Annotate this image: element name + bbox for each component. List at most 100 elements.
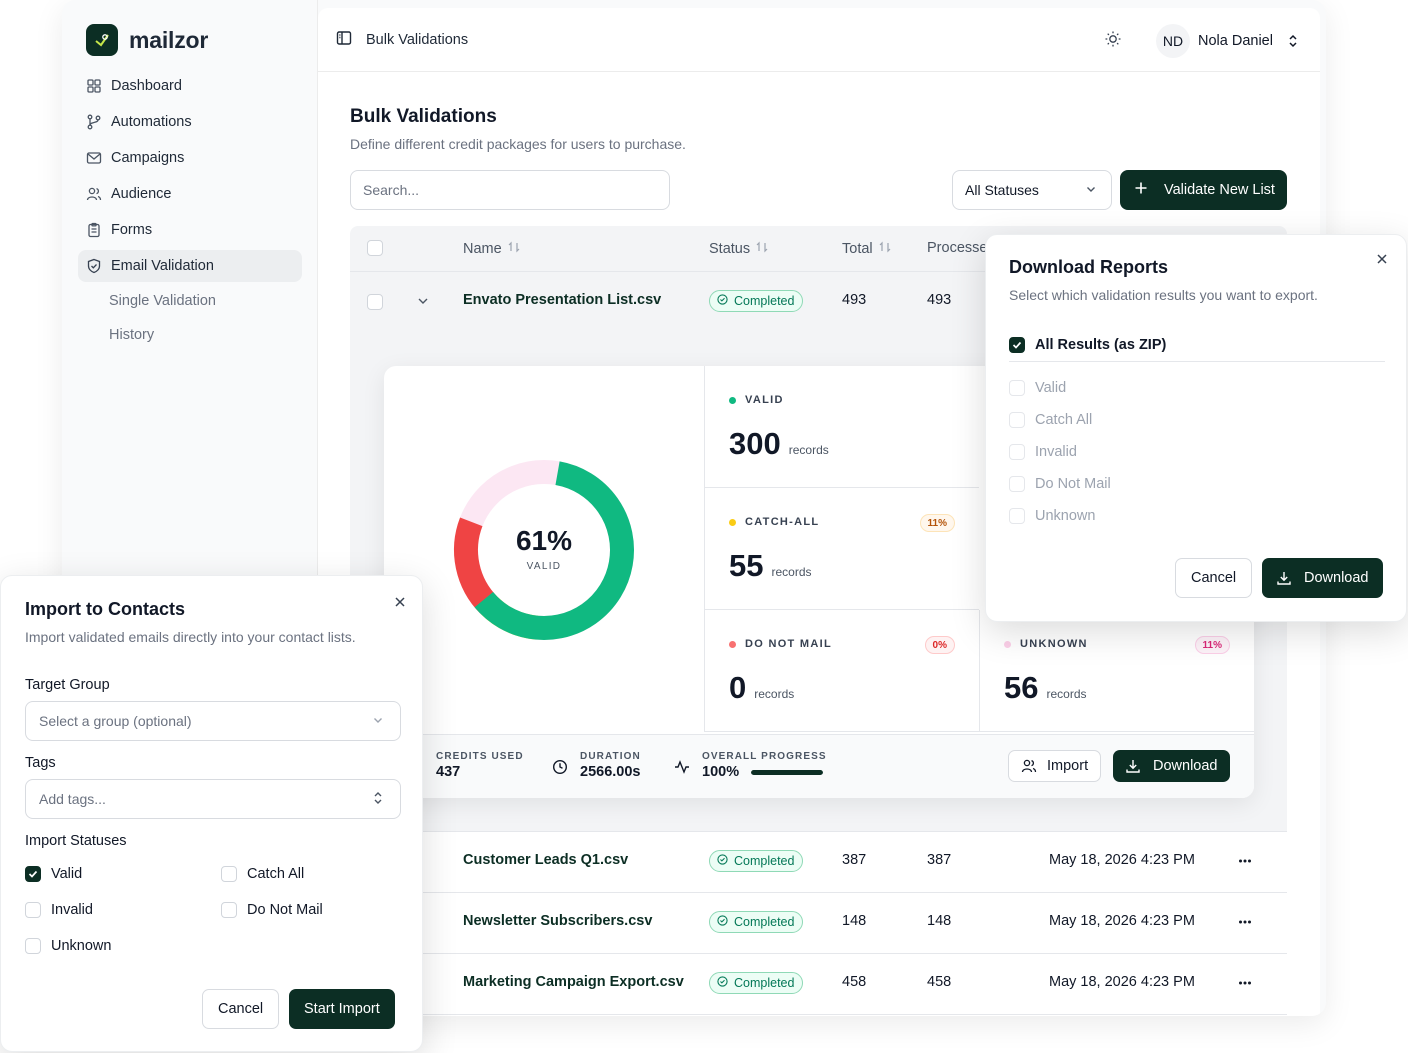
row-name[interactable]: Newsletter Subscribers.csv	[463, 913, 652, 929]
status-unknown-checkbox[interactable]: Unknown	[25, 938, 111, 954]
sidebar-item-automations[interactable]: Automations	[78, 106, 302, 138]
checkbox-label: Do Not Mail	[1035, 476, 1111, 492]
status-dot	[1004, 640, 1011, 648]
sidebar-item-forms[interactable]: Forms	[78, 214, 302, 246]
row-checkbox[interactable]	[367, 294, 383, 310]
all-results-checkbox[interactable]: All Results (as ZIP)	[1009, 337, 1166, 353]
status-badge: Completed	[709, 290, 804, 312]
sun-icon[interactable]	[1104, 30, 1122, 53]
status-valid-checkbox[interactable]: Valid	[25, 866, 82, 882]
credits-used: CREDITS USED 437	[436, 751, 524, 780]
sidebar-item-email-validation[interactable]: Email Validation	[78, 250, 302, 282]
breadcrumb-current: Bulk Validations	[366, 32, 469, 48]
tags-label: Tags	[25, 755, 56, 771]
validate-new-list-button[interactable]: Validate New List	[1120, 170, 1287, 210]
user-menu[interactable]: ND Nola Daniel	[1156, 24, 1299, 58]
more-icon[interactable]	[1238, 976, 1252, 995]
sidebar-item-label: Audience	[111, 186, 172, 202]
option-do-not-mail-checkbox[interactable]: Do Not Mail	[1009, 476, 1111, 492]
more-icon[interactable]	[1238, 915, 1252, 934]
option-unknown-checkbox[interactable]: Unknown	[1009, 508, 1095, 524]
sidebar-subitem-history[interactable]: History	[78, 320, 302, 350]
row-name[interactable]: Marketing Campaign Export.csv	[463, 974, 684, 990]
validate-new-list-label: Validate New List	[1164, 182, 1275, 198]
row-total: 493	[842, 292, 867, 308]
check-circle-icon	[717, 915, 728, 929]
checkbox-label: Do Not Mail	[247, 902, 323, 918]
table-row[interactable]: Marketing Campaign Export.csv Completed …	[350, 954, 1287, 1015]
sidebar-item-campaigns[interactable]: Campaigns	[78, 142, 302, 174]
download-button[interactable]: Download	[1262, 558, 1383, 598]
stat-value: 0	[729, 670, 747, 705]
stat-label: VALID	[745, 394, 784, 406]
download-icon	[1276, 570, 1292, 586]
grid-icon	[86, 78, 102, 94]
close-icon[interactable]	[1376, 249, 1388, 270]
status-badge: Completed	[709, 911, 804, 933]
column-total[interactable]: Total	[842, 240, 892, 258]
row-processed: 148	[927, 913, 952, 929]
column-name-label: Name	[463, 241, 502, 257]
table-row[interactable]: Customer Leads Q1.csv Completed 387 387 …	[350, 832, 1287, 893]
import-button[interactable]: Import	[1008, 750, 1102, 782]
start-import-button[interactable]: Start Import	[289, 989, 395, 1029]
cancel-button[interactable]: Cancel	[1175, 558, 1253, 598]
row-name[interactable]: Envato Presentation List.csv	[463, 292, 661, 308]
close-icon[interactable]	[394, 592, 406, 613]
modal-subtitle: Select which validation results you want…	[1009, 287, 1318, 303]
sidebar-item-audience[interactable]: Audience	[78, 178, 302, 210]
cancel-button[interactable]: Cancel	[202, 989, 280, 1029]
tags-input[interactable]: Add tags...	[25, 779, 401, 819]
status-filter-select[interactable]: All Statuses	[952, 170, 1112, 210]
status-invalid-checkbox[interactable]: Invalid	[25, 902, 93, 918]
users-icon	[1021, 758, 1037, 774]
sort-icon	[507, 240, 521, 258]
donut-label: VALID	[527, 561, 562, 572]
page-title: Bulk Validations	[350, 106, 497, 127]
row-date: May 18, 2026 4:23 PM	[1049, 974, 1195, 990]
row-total: 458	[842, 974, 867, 990]
checkbox-icon	[1009, 380, 1025, 396]
column-processed[interactable]: Processe	[927, 240, 987, 256]
select-all-checkbox[interactable]	[367, 240, 383, 256]
duration-label: DURATION	[580, 751, 641, 762]
status-badge-label: Completed	[734, 854, 795, 868]
row-processed: 493	[927, 292, 952, 308]
target-group-select[interactable]: Select a group (optional)	[25, 701, 401, 741]
checkbox-label: Catch All	[247, 866, 305, 882]
more-icon[interactable]	[1238, 854, 1252, 873]
avatar: ND	[1156, 24, 1190, 58]
checkbox-icon	[221, 902, 237, 918]
download-button[interactable]: Download	[1113, 750, 1230, 782]
row-name[interactable]: Customer Leads Q1.csv	[463, 852, 628, 868]
chevron-down-icon[interactable]	[416, 294, 430, 313]
status-dot	[729, 396, 736, 404]
option-valid-checkbox[interactable]: Valid	[1009, 380, 1066, 396]
checkbox-label: All Results (as ZIP)	[1035, 337, 1167, 353]
table-row[interactable]: Newsletter Subscribers.csv Completed 148…	[350, 893, 1287, 954]
checkbox-icon	[1009, 412, 1025, 428]
user-name: Nola Daniel	[1198, 33, 1273, 49]
checkbox-label: Invalid	[1035, 444, 1077, 460]
check-circle-icon	[717, 976, 728, 990]
sidebar-toggle-icon[interactable]	[336, 30, 352, 50]
logo[interactable]: mailzor	[86, 24, 208, 56]
status-badge-label: Completed	[734, 294, 795, 308]
search-input[interactable]	[350, 170, 670, 210]
sidebar-subitem-single-validation[interactable]: Single Validation	[78, 286, 302, 316]
import-contacts-modal: Import to Contacts Import validated emai…	[0, 575, 423, 1052]
option-catch-all-checkbox[interactable]: Catch All	[1009, 412, 1092, 428]
logo-icon	[86, 24, 118, 56]
stat-do-not-mail: DO NOT MAIL 0% 0 records	[704, 610, 979, 732]
status-do-not-mail-checkbox[interactable]: Do Not Mail	[221, 902, 323, 918]
target-group-placeholder: Select a group (optional)	[39, 713, 192, 729]
chevron-down-icon	[372, 713, 384, 729]
sidebar-item-label: Campaigns	[111, 150, 185, 166]
option-invalid-checkbox[interactable]: Invalid	[1009, 444, 1077, 460]
status-catch-all-checkbox[interactable]: Catch All	[221, 866, 304, 882]
column-status[interactable]: Status	[709, 240, 769, 258]
sidebar-item-dashboard[interactable]: Dashboard	[78, 70, 302, 102]
row-total: 387	[842, 852, 867, 868]
users-icon	[86, 186, 102, 202]
column-name[interactable]: Name	[463, 240, 521, 258]
